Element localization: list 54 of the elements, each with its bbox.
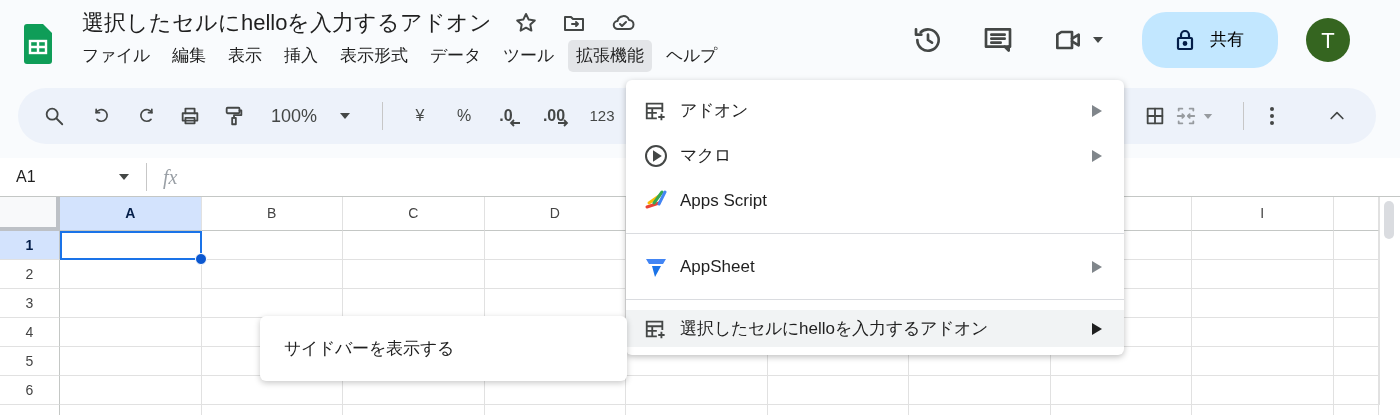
currency-button[interactable]: ¥: [399, 100, 441, 132]
row-header[interactable]: 4: [0, 318, 60, 347]
menu-item[interactable]: ツール: [495, 40, 562, 72]
column-header[interactable]: A: [60, 197, 202, 231]
caret-icon: [1203, 112, 1213, 120]
menu-item[interactable]: 編集: [164, 40, 214, 72]
column-header[interactable]: [1333, 197, 1379, 231]
menu-item[interactable]: マクロ: [626, 133, 1124, 178]
menu-item[interactable]: 選択したセルにhelloを入力するアドオン: [626, 310, 1124, 347]
column-header[interactable]: C: [343, 197, 485, 231]
zoom-dropdown[interactable]: 100%: [256, 100, 366, 132]
play-circle-icon: [644, 143, 668, 168]
percent-button[interactable]: %: [441, 100, 487, 132]
menu-item[interactable]: 表示形式: [332, 40, 416, 72]
row-header[interactable]: 2: [0, 260, 60, 289]
active-cell[interactable]: [60, 231, 202, 260]
paint-roller-icon: [223, 105, 245, 127]
search-icon: [43, 105, 65, 127]
decrease-decimal-button[interactable]: .0: [487, 100, 533, 132]
menu-item[interactable]: 表示: [220, 40, 270, 72]
number-format-button[interactable]: 123: [579, 100, 625, 132]
menu-item[interactable]: アドオン: [626, 88, 1124, 133]
menu-item[interactable]: サイドバーを表示する: [284, 335, 454, 362]
avatar[interactable]: T: [1306, 18, 1350, 62]
fx-label: fx: [163, 165, 178, 191]
menu-item[interactable]: データ: [422, 40, 489, 72]
lock-icon: [1176, 29, 1194, 51]
star-icon[interactable]: [514, 11, 539, 35]
menu-item[interactable]: ファイル: [74, 40, 158, 72]
spreadsheet-logo-icon[interactable]: [24, 24, 52, 64]
caret-icon: [339, 112, 351, 120]
document-title: 選択したセルにhelloを入力するアドオン: [82, 9, 493, 37]
share-button[interactable]: 共有: [1142, 12, 1278, 68]
more-vert-icon: [1269, 106, 1275, 126]
name-box[interactable]: A1: [0, 161, 130, 193]
printer-icon: [179, 105, 201, 127]
row-header[interactable]: 5: [0, 347, 60, 376]
increase-decimal-button[interactable]: .00: [533, 100, 579, 132]
grid-icon: [1144, 105, 1166, 127]
menu-item[interactable]: ヘルプ: [658, 40, 725, 72]
merge-arrows-icon: [1175, 105, 1197, 127]
caret-icon: [118, 173, 130, 181]
corner-cell[interactable]: [0, 197, 60, 231]
menu-item[interactable]: AppSheet: [626, 244, 1124, 289]
scrollbar-thumb[interactable]: [1384, 201, 1394, 239]
menu-item[interactable]: 拡張機能: [568, 40, 652, 72]
column-header[interactable]: I: [1192, 197, 1334, 231]
caret-icon: [1092, 36, 1104, 44]
row-header[interactable]: 3: [0, 289, 60, 318]
row-header[interactable]: 1: [0, 231, 60, 260]
menu-item[interactable]: Apps Script: [626, 178, 1124, 223]
menu-item[interactable]: 挿入: [276, 40, 326, 72]
row-header[interactable]: 6: [0, 376, 60, 405]
column-header[interactable]: B: [201, 197, 343, 231]
